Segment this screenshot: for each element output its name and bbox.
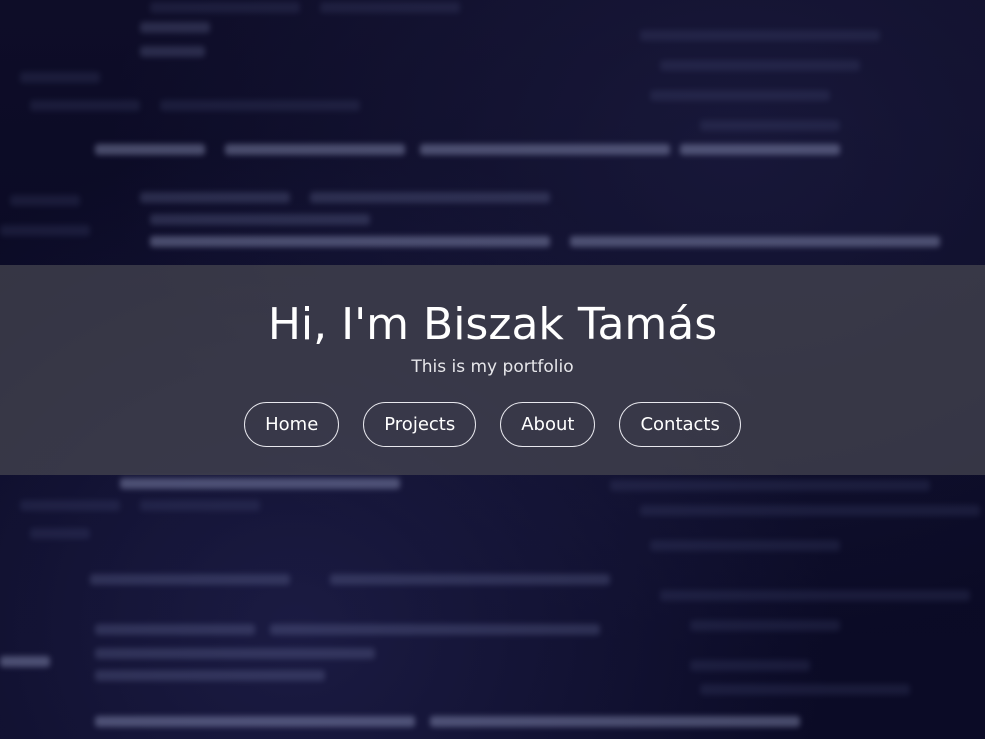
nav-home-button[interactable]: Home	[244, 402, 340, 447]
nav-contacts-button[interactable]: Contacts	[619, 402, 741, 447]
page-title: Hi, I'm Biszak Tamás	[267, 299, 718, 350]
hero-banner: Hi, I'm Biszak Tamás This is my portfoli…	[0, 265, 985, 475]
page-subtitle: This is my portfolio	[411, 357, 574, 377]
main-navigation: Home Projects About Contacts	[0, 402, 985, 447]
nav-about-button[interactable]: About	[500, 402, 596, 447]
nav-projects-button[interactable]: Projects	[363, 402, 477, 447]
